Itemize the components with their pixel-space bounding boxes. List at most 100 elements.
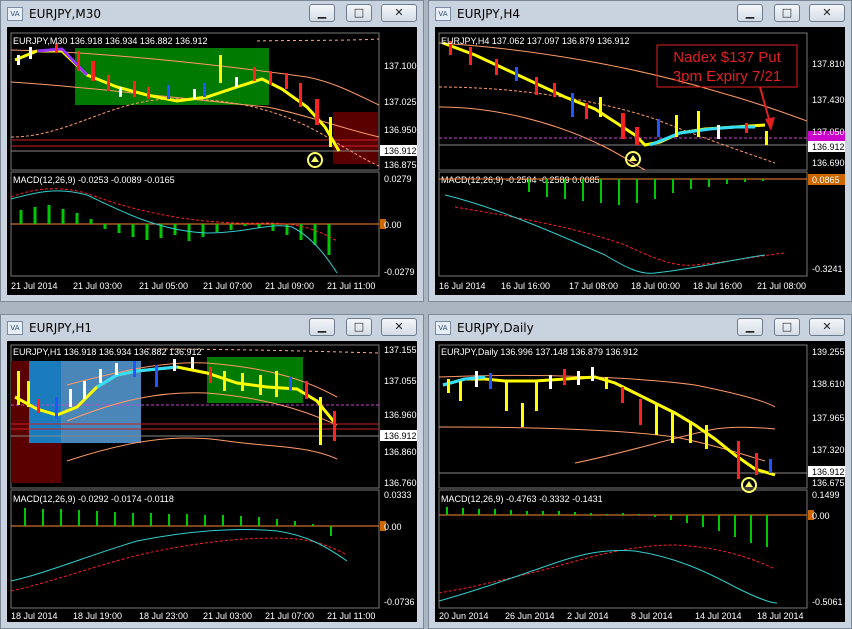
chart-window-icon: VA: [435, 321, 451, 335]
window-titlebar[interactable]: VA EURJPY,M30 ▁ □ ✕: [1, 1, 423, 27]
annotation-line-1: Nadex $137 Put: [673, 49, 781, 66]
chart-window-icon: VA: [7, 321, 23, 335]
current-price: 136.912: [812, 142, 845, 152]
chart-window-h4[interactable]: VA EURJPY,H4 ▁ □ ✕ Nadex $137 Put 3pm Ex…: [428, 0, 852, 302]
minimize-icon: ▁: [317, 320, 327, 333]
envelope-top-dashed: [256, 38, 380, 42]
quote-label: EURJPY,H4 137.062 137.097 136.879 136.91…: [441, 36, 630, 46]
time-label: 21 Jul 07:00: [265, 611, 314, 621]
quote-label: EURJPY,Daily 136.996 137.148 136.879 136…: [441, 347, 638, 357]
maximize-button[interactable]: □: [774, 318, 800, 336]
macd-label: -0.0279: [384, 267, 415, 277]
quote-label: EURJPY,M30 136.918 136.934 136.882 136.9…: [13, 36, 208, 46]
macd-label: 0.00: [384, 522, 402, 532]
time-label: 2 Jul 2014: [567, 611, 609, 621]
window-titlebar[interactable]: VA EURJPY,H4 ▁ □ ✕: [429, 1, 851, 27]
price-label: 137.320: [812, 445, 845, 455]
macd-label: 0.0333: [384, 490, 412, 500]
maximize-icon: □: [781, 320, 793, 333]
macd-label: -0.5061: [812, 597, 843, 607]
price-label: 137.055: [384, 376, 417, 386]
maximize-button[interactable]: □: [774, 4, 800, 22]
minimize-button[interactable]: ▁: [309, 4, 335, 22]
macd-histogram: [528, 179, 764, 205]
minimize-icon: ▁: [745, 320, 755, 333]
maximize-button[interactable]: □: [346, 4, 372, 22]
close-button[interactable]: ✕: [809, 4, 845, 22]
time-label: 21 Jul 09:00: [265, 281, 314, 291]
chart-window-icon: VA: [435, 7, 451, 21]
macd-main-line: [10, 528, 348, 582]
close-icon: ✕: [394, 6, 404, 19]
chart-window-icon: VA: [7, 7, 23, 21]
time-label: 16 Jul 16:00: [501, 281, 550, 291]
envelope-mid: [438, 426, 766, 462]
window-title: EURJPY,H1: [29, 321, 93, 335]
chart-svg[interactable]: Nadex $137 Put 3pm Expiry 7/21 EURJPY,H4…: [435, 27, 845, 295]
minimize-button[interactable]: ▁: [309, 318, 335, 336]
price-label: 137.155: [384, 345, 417, 355]
time-label: 18 Jul 19:00: [73, 611, 122, 621]
time-label: 18 Jul 00:00: [631, 281, 680, 291]
time-label: 16 Jul 2014: [439, 281, 486, 291]
price-label: 137.965: [812, 413, 845, 423]
current-price: 136.912: [384, 431, 417, 441]
close-button[interactable]: ✕: [381, 318, 417, 336]
chart-window-daily[interactable]: VA EURJPY,Daily ▁ □ ✕ EURJPY,Daily 136.9…: [428, 314, 852, 629]
chart-area[interactable]: EURJPY,Daily 136.996 137.148 136.879 136…: [435, 341, 845, 622]
time-label: 20 Jun 2014: [439, 611, 489, 621]
time-label: 18 Jul 2014: [11, 611, 58, 621]
macd-label: -0.3241: [812, 264, 843, 274]
minimize-button[interactable]: ▁: [737, 4, 763, 22]
window-titlebar[interactable]: VA EURJPY,H1 ▁ □ ✕: [1, 315, 423, 341]
envelope-lower: [574, 426, 776, 464]
maximize-icon: □: [781, 6, 793, 19]
time-label: 21 Jul 05:00: [139, 281, 188, 291]
up-arrow-icon: [629, 155, 637, 161]
chart-window-m30[interactable]: VA EURJPY,M30 ▁ □ ✕ EURJPY,M30 136.918 1…: [0, 0, 424, 302]
chart-area[interactable]: Nadex $137 Put 3pm Expiry 7/21 EURJPY,H4…: [435, 27, 845, 295]
time-label: 17 Jul 08:00: [569, 281, 618, 291]
price-label: 136.860: [384, 447, 417, 457]
price-label: 136.950: [384, 125, 417, 135]
macd-label: 0.1499: [812, 490, 840, 500]
price-label: 137.430: [812, 95, 845, 105]
price-label: 137.050: [812, 127, 845, 137]
time-label: 8 Jul 2014: [631, 611, 673, 621]
close-button[interactable]: ✕: [809, 318, 845, 336]
price-label: 136.960: [384, 410, 417, 420]
current-price: 136.912: [384, 146, 417, 156]
price-label: 136.760: [384, 478, 417, 488]
time-label: 14 Jul 2014: [695, 611, 742, 621]
current-price: 136.912: [812, 467, 845, 477]
macd-header: MACD(12,26,9) -0.2504 -0.2589 0.0085: [441, 175, 600, 185]
close-button[interactable]: ✕: [381, 4, 417, 22]
chart-svg[interactable]: EURJPY,Daily 136.996 137.148 136.879 136…: [435, 341, 845, 622]
macd-header: MACD(12,26,9) -0.0292 -0.0174 -0.0118: [13, 494, 174, 504]
macd-pane-frame: [438, 171, 808, 277]
minimize-button[interactable]: ▁: [737, 318, 763, 336]
window-title: EURJPY,M30: [29, 7, 101, 21]
chart-window-h1[interactable]: VA EURJPY,H1 ▁ □ ✕ EURJPY,H1 136.918 136…: [0, 314, 424, 629]
time-label: 18 Jul 2014: [757, 611, 804, 621]
macd-label: 0.0865: [812, 175, 840, 185]
price-label: 136.690: [812, 158, 845, 168]
window-title: EURJPY,H4: [457, 7, 521, 21]
macd-main-line: [444, 194, 766, 274]
green-zone: [75, 48, 269, 105]
chart-svg[interactable]: EURJPY,M30 136.918 136.934 136.882 136.9…: [7, 27, 417, 295]
maximize-button[interactable]: □: [346, 318, 372, 336]
macd-label: 0.0279: [384, 174, 412, 184]
window-title: EURJPY,Daily: [457, 321, 534, 335]
up-arrow-icon: [745, 481, 753, 487]
chart-svg[interactable]: EURJPY,H1 136.918 136.934 136.882 136.91…: [7, 341, 417, 622]
time-label: 18 Jul 16:00: [693, 281, 742, 291]
minimize-icon: ▁: [745, 6, 755, 19]
time-label: 21 Jul 11:00: [327, 611, 375, 621]
macd-label: -0.0736: [384, 597, 415, 607]
chart-area[interactable]: EURJPY,M30 136.918 136.934 136.882 136.9…: [7, 27, 417, 295]
macd-pane-frame: [438, 489, 808, 609]
window-titlebar[interactable]: VA EURJPY,Daily ▁ □ ✕: [429, 315, 851, 341]
quote-label: EURJPY,H1 136.918 136.934 136.882 136.91…: [13, 347, 202, 357]
chart-area[interactable]: EURJPY,H1 136.918 136.934 136.882 136.91…: [7, 341, 417, 622]
